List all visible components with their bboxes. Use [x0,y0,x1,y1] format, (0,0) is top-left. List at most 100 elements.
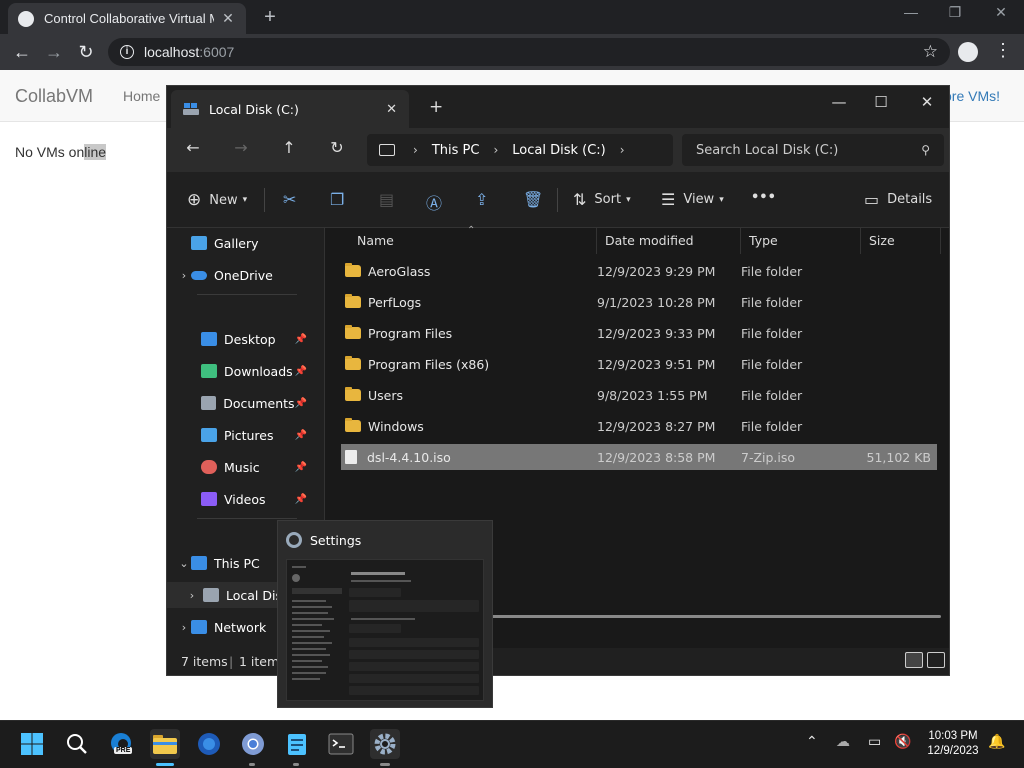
up-icon[interactable]: ↑ [277,138,301,157]
pin-icon[interactable]: 📌 [295,462,307,473]
explorer-search-input[interactable]: Search Local Disk (C:) ⚲ [682,134,944,166]
site-brand[interactable]: CollabVM [15,86,93,107]
explorer-maximize-button[interactable]: ☐ [867,93,895,111]
taskbar-edge-preview[interactable]: PRE [106,729,136,759]
sidebar-item-onedrive[interactable]: › OneDrive [167,262,325,288]
sidebar-item-label: Downloads [224,363,293,379]
taskbar-settings[interactable] [370,729,400,759]
browser-tab[interactable]: Control Collaborative Virtual Ma ✕ [8,3,246,34]
sidebar-item-videos[interactable]: Videos 📌 [167,486,325,512]
pin-icon[interactable]: 📌 [295,366,307,377]
minimize-button[interactable]: — [896,4,926,20]
new-tab-button[interactable]: + [258,6,282,29]
table-row[interactable]: dsl-4.4.10.iso 12/9/2023 8:58 PM 7-Zip.iso… [341,444,937,470]
explorer-tab-close-icon[interactable]: ✕ [386,102,397,117]
notification-bell-icon[interactable]: 🔔 [988,733,1005,750]
sort-button[interactable]: ⇅ Sort ▾ [573,190,631,209]
table-row[interactable]: Program Files 12/9/2023 9:33 PM File folde… [341,320,937,346]
explorer-minimize-button[interactable]: — [825,93,853,111]
cloud-offline-icon[interactable]: ☁ [836,733,850,750]
address-bar[interactable]: i localhost:6007 ☆ [108,38,950,66]
delete-button[interactable]: 🗑 [523,190,543,209]
reload-icon[interactable]: ↻ [74,40,98,64]
thumb-line [292,654,330,656]
details-view-icon[interactable] [905,652,923,668]
drive-icon [203,588,219,602]
tiles-view-icon[interactable] [927,652,945,668]
pin-icon[interactable]: 📌 [295,334,307,345]
bookmark-star-icon[interactable]: ☆ [923,42,938,62]
chevron-right-icon[interactable]: › [620,143,625,157]
settings-thumbnail[interactable] [286,559,484,701]
column-header-type[interactable]: Type [741,228,861,254]
table-row[interactable]: Windows 12/9/2023 8:27 PM File folder [341,413,937,439]
details-button[interactable]: ▭ Details [864,190,932,209]
chrome-icon [242,733,264,755]
tab-close-icon[interactable]: ✕ [220,10,236,27]
sidebar-item-pictures[interactable]: Pictures 📌 [167,422,325,448]
breadcrumb-local-disk[interactable]: Local Disk (C:) [512,143,605,158]
browser-toolbar: ← → ↻ i localhost:6007 ☆ ⋮ [0,34,1024,70]
share-button[interactable]: ⇪ [475,190,488,209]
network-icon[interactable]: ▭ [868,733,881,750]
taskbar-terminal[interactable] [326,729,356,759]
volume-muted-icon[interactable]: 🔇 [894,733,911,750]
table-row[interactable]: Program Files (x86) 12/9/2023 9:51 PM File… [341,351,937,377]
column-header-date[interactable]: Date modified [597,228,741,254]
back-icon[interactable]: ← [181,138,205,157]
refresh-icon[interactable]: ↻ [325,138,349,157]
taskbar-notepad[interactable] [282,729,312,759]
sidebar-item-documents[interactable]: Documents 📌 [167,390,325,416]
cut-button[interactable]: ✂ [283,190,296,209]
rename-button[interactable]: Ⓐ [426,190,442,214]
chevron-right-icon: › [413,143,418,157]
forward-icon[interactable]: → [229,138,253,157]
explorer-close-button[interactable]: ✕ [913,93,941,111]
taskbar-chrome[interactable] [238,729,268,759]
chevron-right-icon[interactable]: › [177,269,191,282]
site-info-icon[interactable]: i [120,45,134,59]
more-options-button[interactable]: ••• [751,190,776,205]
table-row[interactable]: AeroGlass 12/9/2023 9:29 PM File folder [341,258,937,284]
taskbar-firefox[interactable] [194,729,224,759]
back-arrow-icon[interactable]: ← [10,40,34,64]
sidebar-item-downloads[interactable]: Downloads 📌 [167,358,325,384]
nav-more-vms-link[interactable]: ore VMs! [944,88,1000,104]
firefox-icon [198,733,220,755]
taskbar-file-explorer[interactable] [150,729,180,759]
explorer-new-tab-button[interactable]: + [429,97,443,117]
pin-icon[interactable]: 📌 [295,398,307,409]
copy-button[interactable]: ❐ [330,190,344,209]
search-button[interactable] [62,729,92,759]
explorer-tab[interactable]: Local Disk (C:) ✕ [171,90,409,128]
explorer-address-bar[interactable]: › This PC › Local Disk (C:) › [367,134,673,166]
column-header-size[interactable]: Size [861,228,941,254]
paste-button[interactable]: ▤ [379,190,394,209]
pin-icon[interactable]: 📌 [295,430,307,441]
nav-home-link[interactable]: Home [123,88,160,104]
new-button[interactable]: ⊕ New ▾ [187,190,247,210]
sidebar-item-music[interactable]: Music 📌 [167,454,325,480]
show-hidden-icons-chevron[interactable]: ⌃ [806,733,818,750]
chevron-right-icon[interactable]: › [177,621,191,634]
column-header-name[interactable]: Name ⌃ [349,225,597,254]
sidebar-item-gallery[interactable]: Gallery [167,230,325,256]
chevron-down-icon[interactable]: ⌄ [177,557,191,570]
settings-preview-flyout[interactable]: Settings [277,520,493,708]
profile-avatar-icon[interactable] [958,42,978,62]
breadcrumb-this-pc[interactable]: This PC [432,143,480,158]
close-window-button[interactable]: ✕ [986,4,1016,21]
pin-icon[interactable]: 📌 [295,494,307,505]
system-clock[interactable]: 10:03 PM 12/9/2023 [918,729,988,759]
clock-time: 10:03 PM [928,730,978,742]
thumb-line [292,618,334,620]
start-button[interactable] [17,729,47,759]
restore-button[interactable]: ❐ [940,4,970,21]
view-button[interactable]: ☰ View ▾ [661,190,724,209]
table-row[interactable]: PerfLogs 9/1/2023 10:28 PM File folder [341,289,937,315]
forward-arrow-icon[interactable]: → [42,40,66,64]
chevron-right-icon[interactable]: › [185,589,199,602]
menu-kebab-icon[interactable]: ⋮ [994,40,1012,61]
sidebar-item-desktop[interactable]: Desktop 📌 [167,326,325,352]
table-row[interactable]: Users 9/8/2023 1:55 PM File folder [341,382,937,408]
